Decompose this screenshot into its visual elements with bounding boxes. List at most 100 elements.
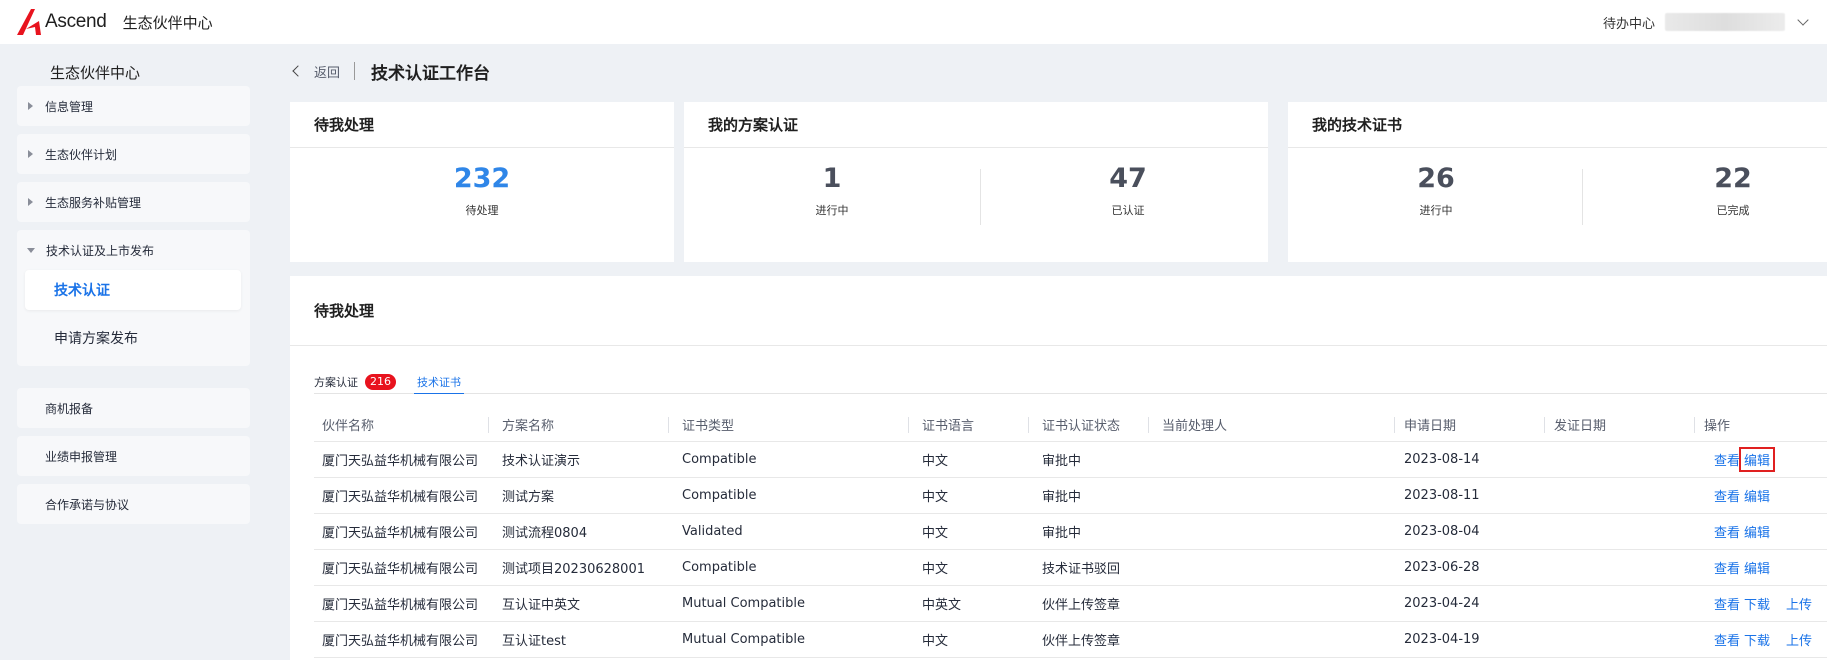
download-link[interactable]: 下载 [1744, 586, 1770, 621]
cell-cert-status: 审批中 [1042, 490, 1082, 505]
app-title[interactable]: 生态伙伴中心 [123, 12, 213, 33]
tab-label: 方案认证 [314, 376, 358, 389]
card-title: 我的方案认证 [684, 102, 1268, 148]
cell-partner: 厦门天弘益华机械有限公司 [322, 562, 479, 577]
sidebar-item-info-management[interactable]: 信息管理 [17, 86, 250, 126]
stat-pending[interactable]: 232 待处理 [432, 162, 532, 218]
logo-text: Ascend [45, 11, 107, 32]
upload-link[interactable]: 上传 [1786, 586, 1812, 621]
stat-completed[interactable]: 22 已完成 [1673, 162, 1793, 218]
cell-cert-status: 审批中 [1042, 454, 1082, 469]
cell-cert-lang: 中文 [922, 634, 949, 649]
stat-in-progress[interactable]: 26 进行中 [1376, 162, 1496, 218]
stat-value: 26 [1417, 163, 1455, 194]
stat-divider [1582, 169, 1583, 225]
caret-right-icon [28, 198, 33, 206]
card-title: 待我处理 [290, 102, 674, 148]
stat-label: 已认证 [1111, 204, 1145, 217]
top-right-area: 待办中心 [1603, 0, 1809, 44]
card-pending: 待我处理 232 待处理 [290, 102, 674, 262]
view-link[interactable]: 查看 [1714, 550, 1740, 585]
column-separator [1394, 417, 1395, 433]
tab-solution-cert[interactable]: 方案认证 216 [314, 370, 396, 394]
cell-solution: 互认证中英文 [502, 598, 581, 613]
user-name-blurred[interactable] [1665, 13, 1785, 31]
sidebar-item-partner-plan[interactable]: 生态伙伴计划 [17, 134, 250, 174]
table-row: 厦门天弘益华机械有限公司 测试方案 Compatible 中文 审批中 2023… [314, 478, 1827, 514]
sidebar-item-opportunity[interactable]: 商机报备 [17, 388, 250, 428]
col-partner: 伙伴名称 [322, 419, 375, 434]
back-arrow-icon[interactable] [292, 65, 304, 77]
sidebar-subitem-tech-cert[interactable]: 技术认证 [25, 270, 241, 310]
tab-tech-cert[interactable]: 技术证书 [414, 370, 464, 394]
ascend-logo-icon [17, 9, 41, 35]
cert-table: 伙伴名称 方案名称 证书类型 证书语言 证书认证状态 当前处理人 申请日期 发证… [314, 408, 1827, 658]
cell-cert-type: Mutual Compatible [682, 632, 805, 647]
sidebar-item-performance[interactable]: 业绩申报管理 [17, 436, 250, 476]
breadcrumb: 返回 技术认证工作台 [290, 56, 490, 86]
ascend-logo[interactable]: Ascend [16, 8, 107, 36]
cell-cert-status: 审批中 [1042, 526, 1082, 541]
todo-center-link[interactable]: 待办中心 [1603, 13, 1655, 32]
caret-down-icon [27, 247, 35, 253]
table-row: 厦门天弘益华机械有限公司 测试项目20230628001 Compatible … [314, 550, 1827, 586]
top-bar: Ascend 生态伙伴中心 待办中心 [0, 0, 1827, 44]
sidebar-item-label: 业绩申报管理 [45, 449, 118, 464]
sidebar-item-subsidy-management[interactable]: 生态服务补贴管理 [17, 182, 250, 222]
edit-link[interactable]: 编辑 [1744, 514, 1770, 549]
column-separator [668, 417, 669, 433]
upload-link[interactable]: 上传 [1786, 622, 1812, 657]
card-solution-cert: 我的方案认证 1 进行中 47 已认证 [684, 102, 1268, 262]
view-link[interactable]: 查看 [1714, 478, 1740, 513]
column-separator [1544, 417, 1545, 433]
sidebar-item-label: 生态服务补贴管理 [45, 195, 142, 210]
stat-value: 22 [1714, 163, 1752, 194]
cell-apply-date: 2023-08-14 [1404, 452, 1480, 467]
cell-cert-type: Mutual Compatible [682, 596, 805, 611]
count-badge: 216 [365, 374, 396, 390]
view-link[interactable]: 查看 [1714, 514, 1740, 549]
col-handler: 当前处理人 [1162, 419, 1228, 434]
download-link[interactable]: 下载 [1744, 622, 1770, 657]
col-apply-date: 申请日期 [1404, 419, 1457, 434]
cell-cert-type: Compatible [682, 488, 757, 503]
sidebar-item-agreements[interactable]: 合作承诺与协议 [17, 484, 250, 524]
cell-apply-date: 2023-06-28 [1404, 560, 1480, 575]
cell-cert-lang: 中文 [922, 454, 949, 469]
sidebar-item-label: 商机报备 [45, 401, 94, 416]
table-row: 厦门天弘益华机械有限公司 互认证中英文 Mutual Compatible 中英… [314, 586, 1827, 622]
view-link[interactable]: 查看 [1714, 442, 1740, 477]
edit-link[interactable]: 编辑 [1744, 478, 1770, 513]
sidebar-subitem-apply-release[interactable]: 申请方案发布 [25, 318, 241, 358]
back-link[interactable]: 返回 [314, 62, 340, 81]
view-link[interactable]: 查看 [1714, 586, 1740, 621]
cell-cert-status: 技术证书驳回 [1042, 562, 1121, 577]
col-issue-date: 发证日期 [1554, 419, 1607, 434]
cell-solution: 互认证test [502, 634, 566, 649]
table-header: 伙伴名称 方案名称 证书类型 证书语言 证书认证状态 当前处理人 申请日期 发证… [314, 408, 1827, 442]
edit-link[interactable]: 编辑 [1739, 442, 1776, 477]
table-row: 厦门天弘益华机械有限公司 技术认证演示 Compatible 中文 审批中 20… [314, 442, 1827, 478]
column-separator [1694, 417, 1695, 433]
cell-partner: 厦门天弘益华机械有限公司 [322, 490, 479, 505]
cell-partner: 厦门天弘益华机械有限公司 [322, 598, 479, 613]
chevron-down-icon[interactable] [1797, 14, 1809, 26]
sidebar: 生态伙伴中心 信息管理 生态伙伴计划 生态服务补贴管理 技术认证及上市发布 技术… [0, 44, 270, 660]
column-separator [1148, 417, 1149, 433]
caret-right-icon [28, 102, 33, 110]
stat-label: 进行中 [815, 204, 849, 217]
breadcrumb-divider [354, 62, 356, 80]
edit-link[interactable]: 编辑 [1744, 550, 1770, 585]
stat-in-progress[interactable]: 1 进行中 [772, 162, 892, 218]
cell-partner: 厦门天弘益华机械有限公司 [322, 526, 479, 541]
view-link[interactable]: 查看 [1714, 622, 1740, 657]
sidebar-item-tech-cert-release[interactable]: 技术认证及上市发布 [17, 230, 250, 270]
stat-certified[interactable]: 47 已认证 [1068, 162, 1188, 218]
pending-panel: 待我处理 方案认证 216 技术证书 伙伴名称 方案名称 证书类型 证书语言 证… [290, 276, 1827, 660]
sidebar-item-label: 技术认证及上市发布 [46, 243, 155, 258]
col-cert-lang: 证书语言 [922, 419, 975, 434]
sidebar-item-label: 信息管理 [45, 99, 94, 114]
caret-right-icon [28, 150, 33, 158]
cell-apply-date: 2023-08-04 [1404, 524, 1480, 539]
cell-cert-lang: 中英文 [922, 598, 962, 613]
